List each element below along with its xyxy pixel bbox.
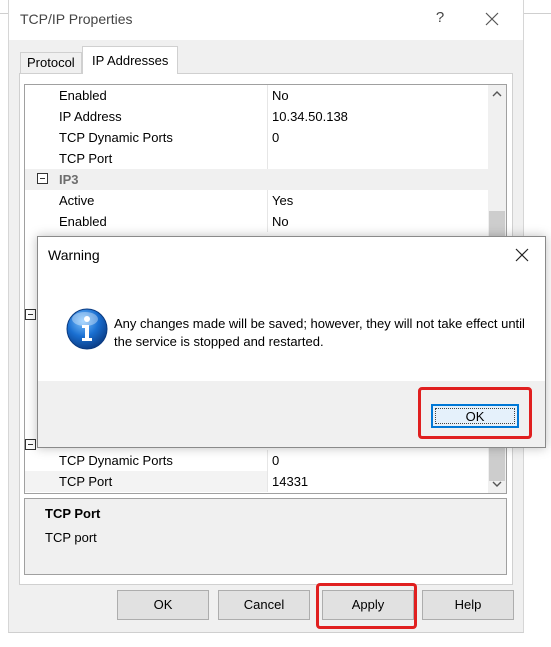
property-name: Active — [59, 193, 95, 208]
column-separator — [267, 450, 268, 471]
grid-row-tcp-port-selected[interactable]: TCP Port 14331 — [25, 471, 488, 492]
ok-button[interactable]: OK — [117, 590, 209, 620]
property-value: No — [272, 214, 289, 229]
column-separator — [267, 211, 268, 232]
grid-row-ip-address[interactable]: IP Address 10.34.50.138 — [25, 106, 488, 127]
collapse-icon[interactable] — [25, 309, 36, 320]
apply-highlight-box — [316, 583, 417, 629]
scroll-down-icon[interactable] — [492, 479, 502, 489]
property-description: TCP Port TCP port — [24, 498, 507, 575]
description-title: TCP Port — [45, 506, 101, 521]
property-name: TCP Dynamic Ports — [59, 130, 173, 145]
property-value[interactable]: 14331 — [268, 471, 488, 492]
info-icon — [66, 308, 108, 350]
cancel-button[interactable]: Cancel — [218, 590, 310, 620]
collapse-icon[interactable] — [25, 439, 36, 450]
property-name: TCP Port — [59, 151, 113, 166]
close-icon[interactable] — [514, 247, 530, 263]
property-name: IP Address — [59, 109, 122, 124]
property-name: TCP Dynamic Ports — [59, 453, 173, 468]
property-name: Enabled — [59, 88, 107, 103]
scroll-up-icon[interactable] — [492, 89, 502, 99]
property-value: 10.34.50.138 — [272, 109, 348, 124]
column-separator — [267, 127, 268, 148]
grid-row-tcp-dynamic-ports-ipall[interactable]: TCP Dynamic Ports 0 — [25, 450, 488, 471]
property-value: 0 — [272, 453, 280, 468]
property-value: No — [272, 88, 289, 103]
column-separator — [267, 148, 268, 169]
grid-row-tcp-port[interactable]: TCP Port — [25, 148, 488, 169]
property-name: Enabled — [59, 214, 107, 229]
grid-row-active[interactable]: Active Yes — [25, 190, 488, 211]
collapse-icon[interactable] — [37, 173, 48, 184]
description-text: TCP port — [45, 530, 97, 545]
help-icon[interactable]: ? — [430, 9, 450, 26]
dialog-title: Warning — [48, 247, 100, 263]
tab-ip-addresses[interactable]: IP Addresses — [82, 46, 179, 74]
grid-category-ip3[interactable]: IP3 — [25, 169, 488, 190]
close-icon[interactable] — [481, 8, 503, 30]
help-button[interactable]: Help — [422, 590, 514, 620]
property-value: 0 — [272, 130, 280, 145]
grid-row-enabled-ip3[interactable]: Enabled No — [25, 211, 488, 232]
property-value: Yes — [272, 193, 294, 208]
dialog-message: Any changes made will be saved; however,… — [114, 316, 525, 349]
property-name: TCP Port — [59, 474, 113, 489]
column-separator — [267, 190, 268, 211]
column-separator — [267, 85, 268, 106]
title-bar[interactable]: TCP/IP Properties ? — [9, 0, 523, 40]
grid-row-tcp-dynamic-ports[interactable]: TCP Dynamic Ports 0 — [25, 127, 488, 148]
ok-highlight-box — [418, 387, 532, 439]
grid-row-enabled[interactable]: Enabled No — [25, 85, 488, 106]
tab-protocol[interactable]: Protocol — [20, 52, 82, 73]
column-separator — [267, 106, 268, 127]
window-title: TCP/IP Properties — [20, 11, 133, 27]
category-name: IP3 — [59, 172, 79, 187]
